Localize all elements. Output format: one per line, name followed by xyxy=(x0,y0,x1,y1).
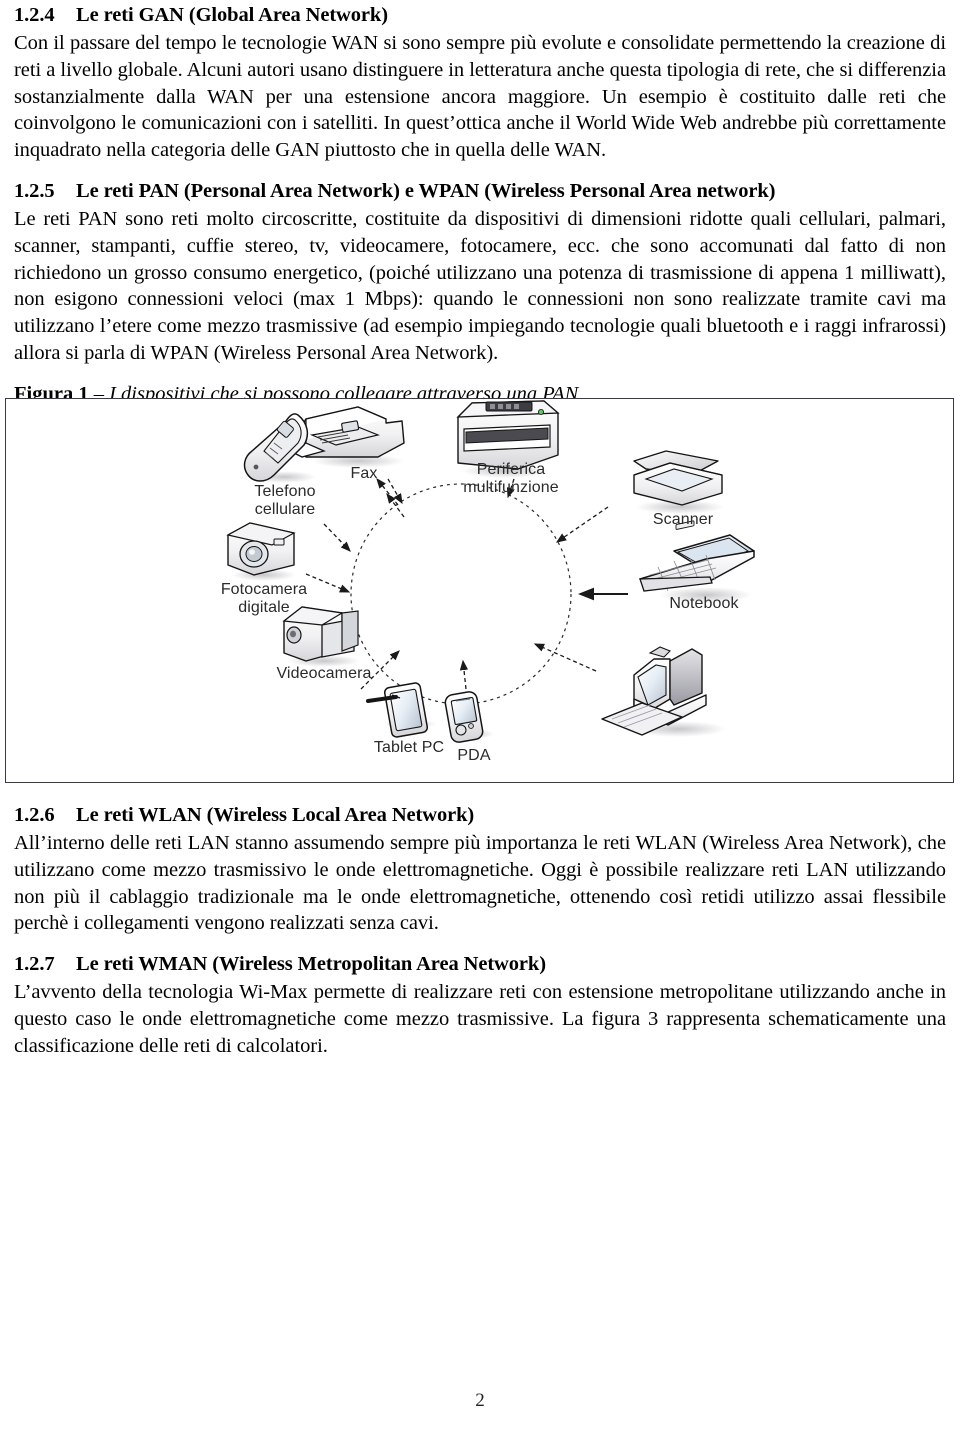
section-body-124: Con il passare del tempo le tecnologie W… xyxy=(14,32,946,162)
device-label-fotocamera: Fotocamera digitale xyxy=(220,581,308,616)
section-heading-124: 1.2.4 Le reti GAN (Global Area Network) xyxy=(14,2,946,28)
device-label-notebook: Notebook xyxy=(669,595,739,612)
device-label-videocamera: Videocamera xyxy=(276,665,372,682)
section-number-124: 1.2.4 xyxy=(14,4,55,26)
device-label-fax: Fax xyxy=(350,465,378,482)
document-content: 1.2.4 Le reti GAN (Global Area Network) C… xyxy=(14,2,946,407)
section-title-127: Le reti WMAN (Wireless Metropolitan Area… xyxy=(76,953,546,976)
device-label-scanner: Scanner xyxy=(652,511,714,528)
document-page: 1.2.4 Le reti GAN (Global Area Network) C… xyxy=(0,0,960,1433)
section-title-125: Le reti PAN (Personal Area Network) e WP… xyxy=(76,179,776,202)
section-body-126: All’interno delle reti LAN stanno assume… xyxy=(14,832,946,935)
section-title-126: Le reti WLAN (Wireless Local Area Networ… xyxy=(76,804,475,826)
section-heading-125: 1.2.5 Le reti PAN (Personal Area Network)… xyxy=(14,178,946,204)
section-heading-127: 1.2.7 Le reti WMAN (Wireless Metropolitan… xyxy=(14,951,946,977)
pan-diagram-svg xyxy=(226,400,755,743)
section-heading-126: 1.2.6 Le reti WLAN (Wireless Local Area N… xyxy=(14,802,946,828)
device-label-multifunzione: Periferica multifunzione xyxy=(463,461,559,496)
section-body-127: L’avvento della tecnologia Wi-Max permet… xyxy=(14,981,946,1057)
digital-camera-icon xyxy=(226,522,296,581)
section-number-127: 1.2.7 xyxy=(14,953,55,976)
figure-canvas: Fax Periferica multifunzione Scanner Tel… xyxy=(6,399,953,782)
device-label-telefono: Telefono cellulare xyxy=(254,483,316,518)
notebook-icon xyxy=(639,534,755,603)
page-number: 2 xyxy=(475,1390,485,1411)
section-number-126: 1.2.6 xyxy=(14,804,55,826)
section-title-124: Le reti GAN (Global Area Network) xyxy=(76,4,388,26)
document-content-lower: 1.2.6 Le reti WLAN (Wireless Local Area N… xyxy=(14,802,946,1060)
section-number-125: 1.2.5 xyxy=(14,179,55,202)
figure-1-pan-diagram: Fax Periferica multifunzione Scanner Tel… xyxy=(5,398,954,783)
section-body-125: Le reti PAN sono reti molto circoscritte… xyxy=(14,208,946,364)
device-label-pda: PDA xyxy=(457,747,491,764)
scanner-icon xyxy=(633,450,724,514)
arrow-telefono xyxy=(323,523,351,552)
arrow-scanner xyxy=(555,506,609,543)
